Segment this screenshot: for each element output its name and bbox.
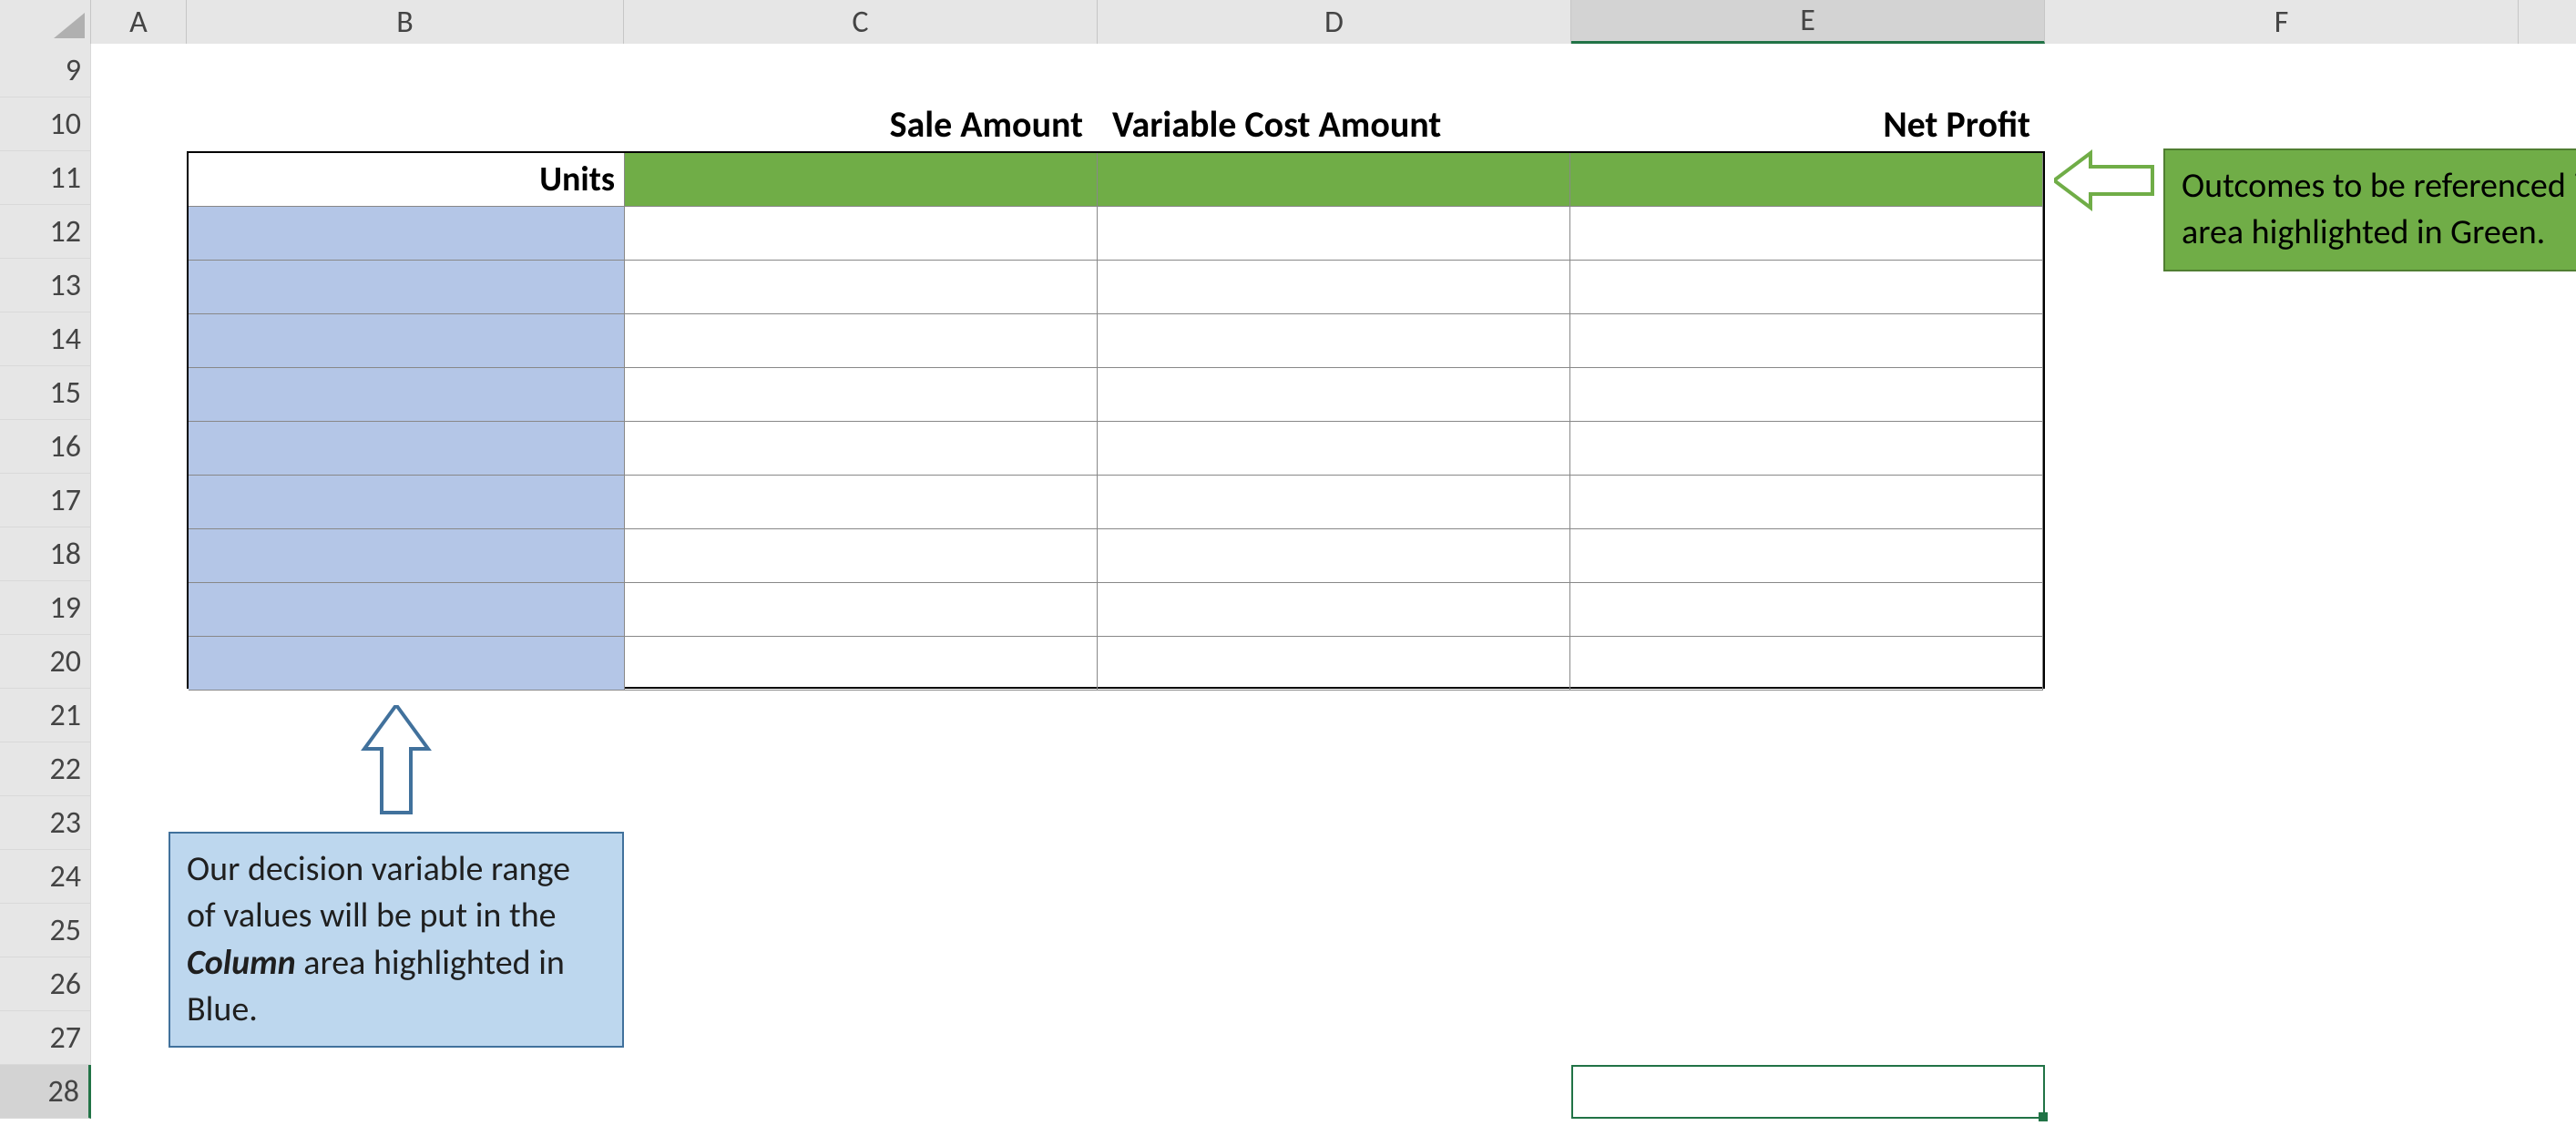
cell-decision-var[interactable]	[189, 476, 625, 529]
cell[interactable]	[1098, 314, 1570, 368]
cell-d11-outcome[interactable]	[1098, 153, 1570, 207]
column-headers: A B C D E F G	[0, 0, 2576, 44]
row-header[interactable]: 13	[0, 259, 91, 312]
col-header-g[interactable]: G	[2519, 0, 2576, 44]
row-header[interactable]: 17	[0, 474, 91, 527]
cell-e11-outcome[interactable]	[1570, 153, 2043, 207]
cell-decision-var[interactable]	[189, 583, 625, 637]
col-header-c[interactable]: C	[624, 0, 1098, 44]
cell[interactable]	[1570, 637, 2043, 691]
col-header-b[interactable]: B	[187, 0, 624, 44]
col-header-f[interactable]: F	[2045, 0, 2519, 44]
row-header[interactable]: 19	[0, 581, 91, 635]
cell[interactable]	[1570, 261, 2043, 314]
cell[interactable]	[625, 422, 1098, 476]
cell[interactable]	[1570, 583, 2043, 637]
row-header[interactable]: 24	[0, 850, 91, 904]
cell-decision-var[interactable]	[189, 261, 625, 314]
row-header[interactable]: 20	[0, 635, 91, 689]
col-header-a[interactable]: A	[91, 0, 187, 44]
cell[interactable]	[1098, 529, 1570, 583]
table-row[interactable]	[189, 261, 2043, 314]
callout-blue-em: Column	[187, 942, 296, 984]
cell[interactable]	[625, 207, 1098, 261]
cell[interactable]	[1570, 476, 2043, 529]
row-header[interactable]: 15	[0, 366, 91, 420]
table-row[interactable]	[189, 637, 2043, 691]
row-header[interactable]: 27	[0, 1011, 91, 1065]
cell[interactable]	[1098, 207, 1570, 261]
cell-decision-var[interactable]	[189, 637, 625, 691]
cell-units-label[interactable]: Units	[189, 153, 625, 207]
up-arrow-icon	[360, 705, 433, 814]
cell[interactable]	[1098, 583, 1570, 637]
row-header[interactable]: 23	[0, 796, 91, 850]
cell[interactable]	[625, 368, 1098, 422]
cell[interactable]	[625, 476, 1098, 529]
row-header[interactable]: 10	[0, 97, 91, 151]
cell[interactable]	[625, 261, 1098, 314]
callout-blue-text-prefix: Our decision variable range of values wi…	[187, 848, 570, 936]
table-row[interactable]	[189, 314, 2043, 368]
row-header[interactable]: 26	[0, 957, 91, 1011]
table-row[interactable]	[189, 368, 2043, 422]
cell-decision-var[interactable]	[189, 314, 625, 368]
cell[interactable]	[1098, 637, 1570, 691]
cell[interactable]	[1570, 207, 2043, 261]
cell-c11-outcome[interactable]	[625, 153, 1098, 207]
cell[interactable]	[1098, 368, 1570, 422]
row-header[interactable]: 16	[0, 420, 91, 474]
table-row[interactable]	[189, 529, 2043, 583]
cell[interactable]	[1098, 476, 1570, 529]
row-header[interactable]: 14	[0, 312, 91, 366]
table-row[interactable]	[189, 583, 2043, 637]
table-row[interactable]	[189, 422, 2043, 476]
cell[interactable]	[1570, 314, 2043, 368]
col-header-d[interactable]: D	[1098, 0, 1571, 44]
cell-decision-var[interactable]	[189, 529, 625, 583]
row-header[interactable]: 18	[0, 527, 91, 581]
table-header-row[interactable]: Units	[189, 153, 2043, 207]
col-header-e[interactable]: E	[1571, 0, 2045, 44]
row-header[interactable]: 21	[0, 689, 91, 742]
row-headers: 9 10 11 12 13 14 15 16 17 18 19 20 21 22…	[0, 44, 91, 1119]
row-header[interactable]: 12	[0, 205, 91, 259]
row-header[interactable]: 22	[0, 742, 91, 796]
cell-decision-var[interactable]	[189, 422, 625, 476]
cell-decision-var[interactable]	[189, 368, 625, 422]
cell[interactable]	[625, 637, 1098, 691]
table-row[interactable]	[189, 476, 2043, 529]
cell-decision-var[interactable]	[189, 207, 625, 261]
cell[interactable]	[1570, 422, 2043, 476]
fill-handle[interactable]	[2039, 1112, 2048, 1121]
cell[interactable]	[1098, 422, 1570, 476]
row-header[interactable]: 11	[0, 151, 91, 205]
callout-green-text: Outcomes to be referenced in the area hi…	[2182, 165, 2576, 253]
left-arrow-icon	[2054, 148, 2154, 212]
cell[interactable]	[625, 529, 1098, 583]
row-header[interactable]: 9	[0, 44, 91, 97]
callout-blue[interactable]: Our decision variable range of values wi…	[169, 832, 624, 1048]
cell[interactable]	[625, 314, 1098, 368]
row-header[interactable]: 28	[0, 1065, 91, 1119]
header-net-profit: Net Profit	[1571, 97, 2045, 151]
data-table[interactable]: Units	[187, 151, 2045, 689]
active-cell-selection	[1571, 1065, 2045, 1119]
callout-green[interactable]: Outcomes to be referenced in the area hi…	[2163, 148, 2576, 271]
header-sale-amount: Sale Amount	[624, 97, 1098, 151]
header-variable-cost-amount: Variable Cost Amount	[1098, 97, 1571, 151]
select-all-corner[interactable]	[0, 0, 91, 44]
cell[interactable]	[1570, 529, 2043, 583]
cell[interactable]	[1570, 368, 2043, 422]
table-row[interactable]	[189, 207, 2043, 261]
cell[interactable]	[1098, 261, 1570, 314]
cell[interactable]	[625, 583, 1098, 637]
row-header[interactable]: 25	[0, 904, 91, 957]
